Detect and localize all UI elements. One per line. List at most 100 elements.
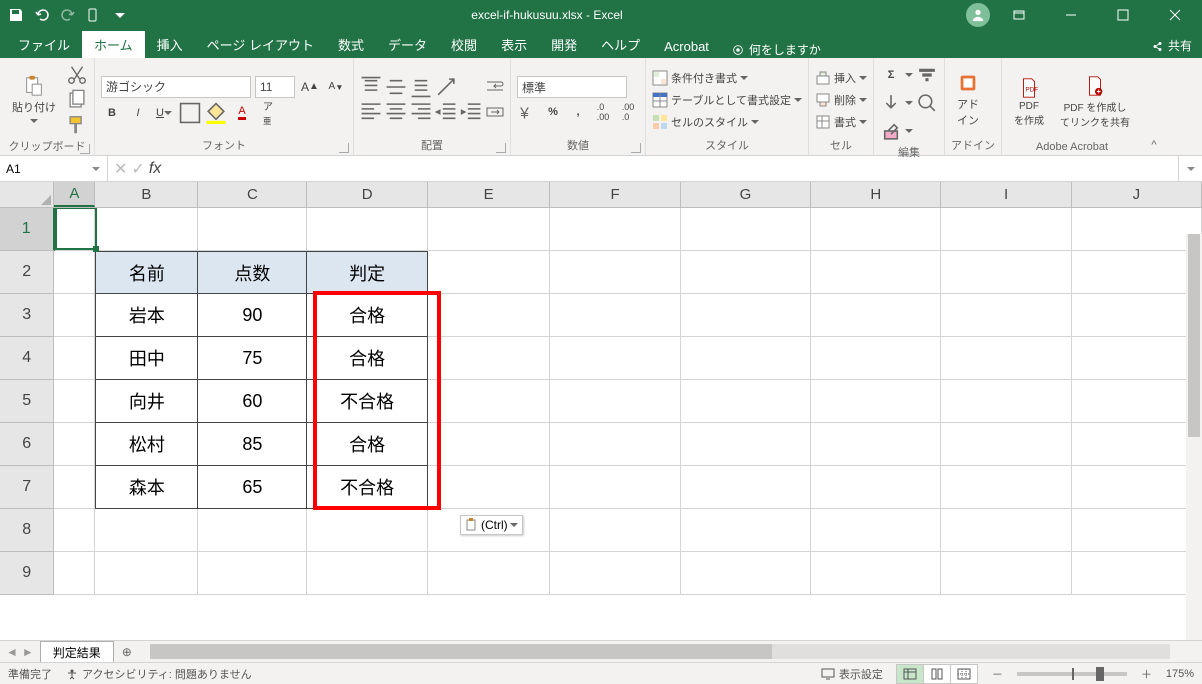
cell-F3[interactable] (550, 294, 680, 337)
cell-G4[interactable] (681, 337, 811, 380)
create-pdf-button[interactable]: PDF PDF を作成 (1008, 75, 1050, 129)
cell-B6[interactable]: 松村 (95, 423, 198, 466)
cell-J1[interactable] (1072, 208, 1202, 251)
cell-D4[interactable]: 合格 (307, 337, 428, 380)
column-header-B[interactable]: B (95, 182, 198, 207)
paste-button[interactable]: 貼り付け (6, 73, 62, 127)
cell-E7[interactable] (428, 466, 551, 509)
cell-I6[interactable] (941, 423, 1071, 466)
row-header-7[interactable]: 7 (0, 466, 54, 509)
addins-button[interactable]: アド イン (951, 70, 985, 130)
cut-button[interactable] (66, 64, 88, 86)
tab-view[interactable]: 表示 (489, 31, 539, 58)
cell-D7[interactable]: 不合格 (307, 466, 428, 509)
cell-C1[interactable] (198, 208, 307, 251)
tab-insert[interactable]: 挿入 (145, 31, 195, 58)
cell-E3[interactable] (428, 294, 551, 337)
phonetic-button[interactable]: ア亜 (257, 102, 279, 124)
cell-J7[interactable] (1072, 466, 1202, 509)
cell-A3[interactable] (54, 294, 95, 337)
create-share-pdf-button[interactable]: PDF を作成し てリンクを共有 (1054, 73, 1136, 131)
close-button[interactable] (1152, 0, 1198, 30)
border-button[interactable] (179, 102, 201, 124)
font-size-combo[interactable]: 11 (255, 76, 295, 98)
tab-home[interactable]: ホーム (82, 31, 145, 58)
qat-customize-icon[interactable] (112, 7, 128, 23)
align-center-icon[interactable] (385, 101, 407, 123)
display-settings-button[interactable]: 表示設定 (821, 666, 883, 682)
user-avatar[interactable] (966, 3, 990, 27)
align-bottom-icon[interactable] (410, 76, 432, 98)
insert-function-icon[interactable]: fx (149, 160, 161, 178)
ribbon-display-options[interactable] (996, 0, 1042, 30)
copy-button[interactable] (66, 89, 88, 111)
increase-indent-icon[interactable] (460, 101, 482, 123)
font-name-combo[interactable]: 游ゴシック (101, 76, 251, 98)
maximize-button[interactable] (1100, 0, 1146, 30)
select-all-corner[interactable] (0, 182, 54, 207)
minimize-button[interactable] (1048, 0, 1094, 30)
font-dialog-launcher[interactable] (339, 143, 349, 153)
zoom-out-button[interactable]: － (992, 666, 1003, 682)
cell-H6[interactable] (811, 423, 941, 466)
tab-help[interactable]: ヘルプ (589, 31, 652, 58)
cell-C4[interactable]: 75 (198, 337, 307, 380)
page-break-view-button[interactable] (950, 664, 978, 684)
column-header-G[interactable]: G (681, 182, 811, 207)
format-painter-button[interactable] (66, 114, 88, 136)
sheet-nav-next-icon[interactable]: ► (22, 645, 34, 659)
row-header-2[interactable]: 2 (0, 251, 54, 294)
cell-A2[interactable] (54, 251, 95, 294)
cell-D5[interactable]: 不合格 (307, 380, 428, 423)
cell-H4[interactable] (811, 337, 941, 380)
cell-G9[interactable] (681, 552, 811, 595)
cell-D6[interactable]: 合格 (307, 423, 428, 466)
column-header-I[interactable]: I (941, 182, 1071, 207)
cell-G7[interactable] (681, 466, 811, 509)
page-layout-view-button[interactable] (923, 664, 951, 684)
horizontal-scrollbar[interactable] (150, 641, 1186, 662)
percent-format-icon[interactable]: % (542, 101, 564, 123)
sheet-tab[interactable]: 判定結果 (40, 641, 114, 662)
fill-color-button[interactable] (205, 102, 227, 124)
cell-E2[interactable] (428, 251, 551, 294)
decrease-indent-icon[interactable] (435, 101, 457, 123)
underline-button[interactable]: U (153, 102, 175, 124)
cell-A4[interactable] (54, 337, 95, 380)
cell-A7[interactable] (54, 466, 95, 509)
cell-A1[interactable] (55, 208, 96, 251)
column-header-J[interactable]: J (1072, 182, 1202, 207)
cell-H8[interactable] (811, 509, 941, 552)
vertical-scrollbar[interactable] (1186, 234, 1202, 640)
row-header-9[interactable]: 9 (0, 552, 54, 595)
cell-B9[interactable] (95, 552, 198, 595)
tab-data[interactable]: データ (376, 31, 439, 58)
cell-D9[interactable] (307, 552, 428, 595)
cell-H1[interactable] (811, 208, 941, 251)
zoom-slider[interactable] (1017, 672, 1127, 676)
format-cells-button[interactable]: 書式 (815, 114, 867, 130)
italic-button[interactable]: I (127, 102, 149, 124)
cell-G3[interactable] (681, 294, 811, 337)
cell-I1[interactable] (941, 208, 1071, 251)
cell-H7[interactable] (811, 466, 941, 509)
normal-view-button[interactable] (896, 664, 924, 684)
delete-cells-button[interactable]: 削除 (815, 92, 867, 108)
cell-E6[interactable] (428, 423, 551, 466)
accounting-format-icon[interactable]: ¥ (517, 101, 539, 123)
redo-icon[interactable] (60, 7, 76, 23)
cell-J2[interactable] (1072, 251, 1202, 294)
cell-F1[interactable] (550, 208, 680, 251)
expand-formula-bar-icon[interactable] (1178, 156, 1202, 181)
cell-D3[interactable]: 合格 (307, 294, 428, 337)
cell-B3[interactable]: 岩本 (95, 294, 198, 337)
cell-E9[interactable] (428, 552, 551, 595)
sheet-nav-prev-icon[interactable]: ◄ (6, 645, 18, 659)
cell-I7[interactable] (941, 466, 1071, 509)
zoom-level[interactable]: 175% (1166, 668, 1194, 680)
cell-B8[interactable] (95, 509, 198, 552)
merge-button[interactable] (486, 101, 504, 123)
cell-D8[interactable] (307, 509, 428, 552)
cell-C3[interactable]: 90 (198, 294, 307, 337)
cell-G5[interactable] (681, 380, 811, 423)
